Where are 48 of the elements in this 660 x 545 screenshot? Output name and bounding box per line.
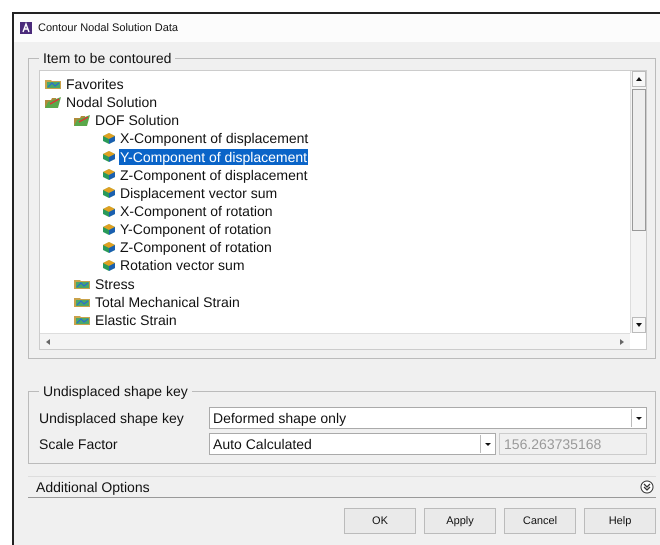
up-arrow-icon[interactable] [636,77,642,81]
tree-item[interactable]: Total Mechanical Strain [94,294,241,310]
tree-item[interactable]: Displacement vector sum [119,184,278,201]
horizontal-scrollbar[interactable] [40,333,630,349]
dialog-button[interactable]: Cancel [504,508,576,534]
tree-item[interactable]: DOF Solution [94,112,180,128]
folder-icon [73,278,91,290]
tree-item[interactable]: Elastic Strain [94,312,178,328]
tree-item[interactable]: Stress [94,276,136,292]
dialog-button[interactable]: Help [584,508,656,534]
cube-icon [102,186,116,200]
folder-icon [44,78,62,90]
group-legend: Item to be contoured [39,50,176,66]
cube-icon [102,258,116,272]
expand-icon[interactable] [640,480,654,494]
additional-options-bar[interactable]: Additional Options [28,476,656,498]
right-arrow-icon[interactable] [620,338,624,344]
tree-item[interactable]: X-Component of displacement [119,130,310,146]
field-label: Undisplaced shape key [39,410,185,426]
tree-item[interactable]: Nodal Solution [65,94,158,110]
left-arrow-icon[interactable] [46,338,50,344]
vertical-scrollbar[interactable] [630,71,646,333]
down-arrow-icon[interactable] [636,323,642,327]
dialog-button[interactable]: OK [344,508,416,534]
folder-icon [73,114,91,127]
tree-item[interactable]: Y-Component of rotation [119,221,272,238]
app-logo-icon [20,22,32,34]
folder-icon [73,314,91,326]
cube-icon [102,168,116,182]
folder-icon [73,296,91,308]
cube-icon [102,204,116,218]
cube-icon [102,222,116,236]
cube-icon [102,132,116,145]
tree-item[interactable]: Rotation vector sum [119,257,246,274]
tree-item[interactable]: Favorites [65,76,125,92]
folder-icon [44,96,62,109]
dropdown[interactable]: Auto Calculated [209,433,496,455]
tree-item[interactable]: Z-Component of rotation [119,239,273,256]
dialog-button[interactable]: Apply [424,508,496,534]
cube-icon [102,240,116,254]
tree-item[interactable]: X-Component of rotation [119,203,274,220]
field-label: Scale Factor [39,436,119,452]
cube-icon [102,150,116,164]
tree-item[interactable]: Y-Component of displacement [119,148,308,165]
tree-item[interactable]: Z-Component of displacement [119,166,309,183]
group-legend: Undisplaced shape key [39,383,192,399]
window-title: Contour Nodal Solution Data [38,22,178,34]
dropdown[interactable]: Deformed shape only [209,407,647,429]
